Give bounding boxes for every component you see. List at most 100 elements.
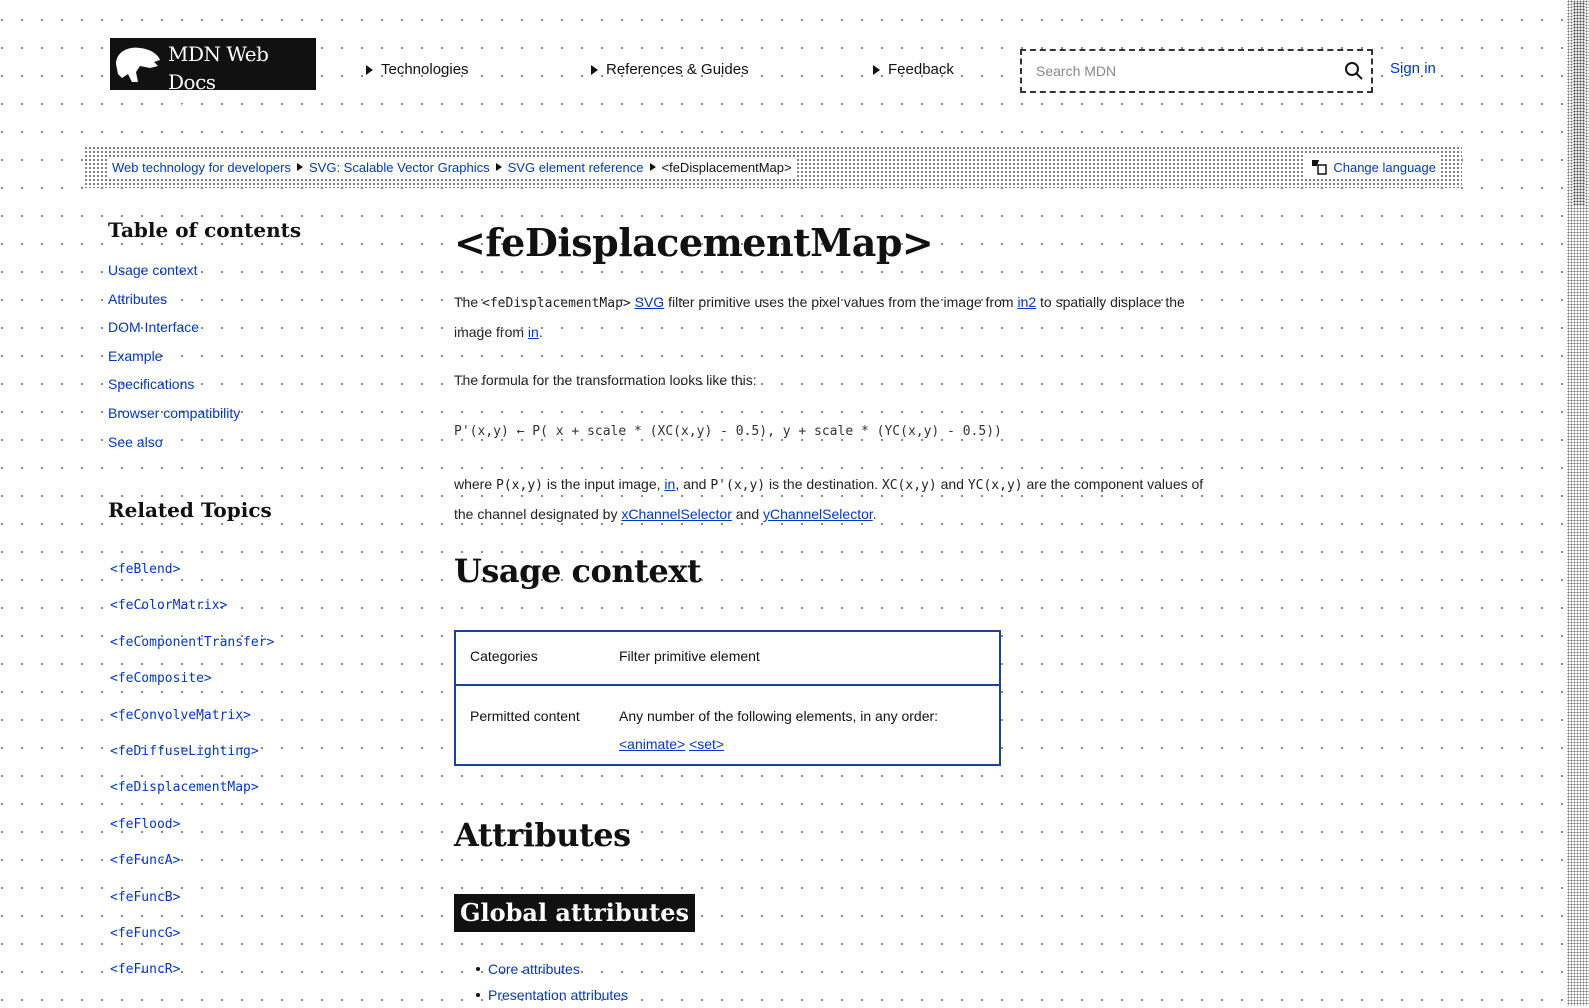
nav-technologies[interactable]: Technologies: [366, 58, 469, 82]
intro-paragraph: The <feDisplacementMap> SVG filter primi…: [454, 288, 1214, 346]
breadcrumb-separator-icon: [649, 163, 656, 171]
toc-link-usage-context[interactable]: Usage context: [108, 262, 198, 278]
inline-code: XC(x,y): [881, 478, 937, 493]
text: .: [872, 506, 877, 522]
breadcrumb-link[interactable]: Web technology for developers: [112, 160, 291, 175]
toc-link-example[interactable]: Example: [108, 348, 162, 364]
toc-item: Usage context: [108, 258, 240, 287]
toc-link-dom-interface[interactable]: DOM Interface: [108, 319, 199, 335]
text: , and: [675, 476, 707, 492]
breadcrumb-current: <feDisplacementMap>: [661, 159, 792, 175]
related-item: <feFuncR>: [110, 958, 274, 994]
text: .: [538, 324, 543, 340]
related-item: <feFuncA>: [110, 849, 274, 885]
related-link[interactable]: <feDiffuseLighting>: [110, 744, 259, 759]
set-link[interactable]: <set>: [689, 736, 724, 752]
related-item: <feFuncG>: [110, 922, 274, 958]
search-input[interactable]: [1022, 53, 1337, 89]
inline-code: P(x,y): [496, 478, 543, 493]
table-header: Categories: [470, 648, 538, 664]
breadcrumb-link[interactable]: SVG element reference: [508, 160, 644, 175]
text: The: [454, 294, 479, 310]
related-link[interactable]: <feFlood>: [110, 817, 180, 832]
related-item: <feFuncB>: [110, 886, 274, 922]
related-item: <feFlood>: [110, 813, 274, 849]
related-link[interactable]: <feFuncR>: [110, 962, 180, 977]
formula-intro: The formula for the transformation looks…: [454, 372, 757, 388]
toc-link-see-also[interactable]: See also: [108, 434, 162, 450]
search-box: [1020, 49, 1373, 93]
global-attributes-heading: Global attributes: [454, 894, 696, 932]
text: filter primitive uses the pixel values f…: [668, 294, 1014, 310]
bullet-icon: [476, 967, 480, 971]
related-link[interactable]: <feComposite>: [110, 671, 212, 686]
table-header: Permitted content: [470, 708, 580, 724]
scrollbar-thumb[interactable]: [1573, 2, 1585, 206]
change-language-label: Change language: [1333, 159, 1436, 175]
formula-block: P'(x,y) ← P( x + scale * (XC(x,y) - 0.5)…: [454, 424, 1002, 439]
breadcrumb-separator-icon: [296, 163, 303, 171]
related-item: <feConvolveMatrix>: [110, 704, 274, 740]
where-paragraph: where P(x,y) is the input image, in, and…: [454, 470, 1214, 528]
nav-label: Feedback: [888, 61, 954, 78]
breadcrumb-separator-icon: [495, 163, 502, 171]
related-item: <feComponentTransfer>: [110, 631, 274, 667]
svg-link[interactable]: SVG: [635, 294, 665, 310]
page-title: <feDisplacementMap>: [454, 220, 934, 265]
language-icon: [1312, 160, 1328, 175]
nav-feedback[interactable]: Feedback: [873, 58, 954, 82]
related-link[interactable]: <feFuncA>: [110, 853, 180, 868]
mdn-dinosaur-icon: [110, 38, 164, 90]
toc-link-specifications[interactable]: Specifications: [108, 376, 194, 392]
text: Any number of the following elements, in…: [619, 708, 939, 724]
related-item: <feColorMatrix>: [110, 594, 274, 630]
core-attributes-link[interactable]: Core attributes: [488, 957, 580, 981]
presentation-attributes-link[interactable]: Presentation attributes: [488, 983, 628, 1007]
in2-link[interactable]: in2: [1017, 294, 1036, 310]
usage-context-heading: Usage context: [454, 552, 702, 590]
toc-item: Attributes: [108, 287, 240, 316]
in-link[interactable]: in: [528, 324, 539, 340]
change-language-button[interactable]: Change language: [1305, 155, 1440, 179]
related-link[interactable]: <feFuncG>: [110, 926, 180, 941]
related-item: <feComposite>: [110, 667, 274, 703]
related-link[interactable]: <feDisplacementMap>: [110, 780, 259, 795]
toc-link-attributes[interactable]: Attributes: [108, 291, 167, 307]
table-row: Categories Filter primitive element: [455, 631, 1000, 685]
xchannelselector-link[interactable]: xChannelSelector: [621, 506, 732, 522]
text: and: [735, 506, 760, 522]
global-attributes-list: Core attributes Presentation attributes: [476, 956, 628, 1008]
related-link[interactable]: <feColorMatrix>: [110, 598, 227, 613]
toc-item: Specifications: [108, 372, 240, 401]
related-link[interactable]: <feFuncB>: [110, 890, 180, 905]
logo-title: MDN Web Docs: [168, 42, 269, 94]
related-link[interactable]: <feBlend>: [110, 562, 180, 577]
disclosure-triangle-icon: [873, 65, 880, 75]
nav-references-guides[interactable]: References & Guides: [591, 58, 749, 82]
table-of-contents: Usage context Attributes DOM Interface E…: [108, 258, 240, 458]
related-topics-list: <feBlend> <feColorMatrix> <feComponentTr…: [110, 558, 274, 995]
related-item: <feDiffuseLighting>: [110, 740, 274, 776]
related-link[interactable]: <feConvolveMatrix>: [110, 708, 251, 723]
page-scrollbar[interactable]: [1567, 0, 1589, 1006]
text: where: [454, 476, 493, 492]
nav-label: Technologies: [381, 61, 469, 78]
toc-link-browser-compatibility[interactable]: Browser compatibility: [108, 405, 240, 421]
breadcrumb-link[interactable]: SVG: Scalable Vector Graphics: [309, 160, 490, 175]
search-icon[interactable]: [1337, 54, 1371, 88]
related-link[interactable]: <feComponentTransfer>: [110, 635, 274, 650]
related-item: <feBlend>: [110, 558, 274, 594]
toc-item: Example: [108, 344, 240, 373]
inline-code: <feDisplacementMap>: [482, 296, 631, 311]
animate-link[interactable]: <animate>: [619, 736, 685, 752]
usage-context-table: Categories Filter primitive element Perm…: [454, 630, 1001, 766]
inline-code: P'(x,y): [710, 478, 766, 493]
nav-label: References & Guides: [606, 61, 749, 78]
mdn-logo[interactable]: MDN Web Docs moz://a: [110, 38, 316, 114]
related-item: <feDisplacementMap>: [110, 776, 274, 812]
ychannelselector-link[interactable]: yChannelSelector: [763, 506, 873, 522]
toc-item: See also: [108, 430, 240, 459]
table-cell: Any number of the following elements, in…: [613, 685, 1000, 765]
sign-in-link[interactable]: Sign in: [1390, 58, 1436, 80]
in-link[interactable]: in: [664, 476, 675, 492]
